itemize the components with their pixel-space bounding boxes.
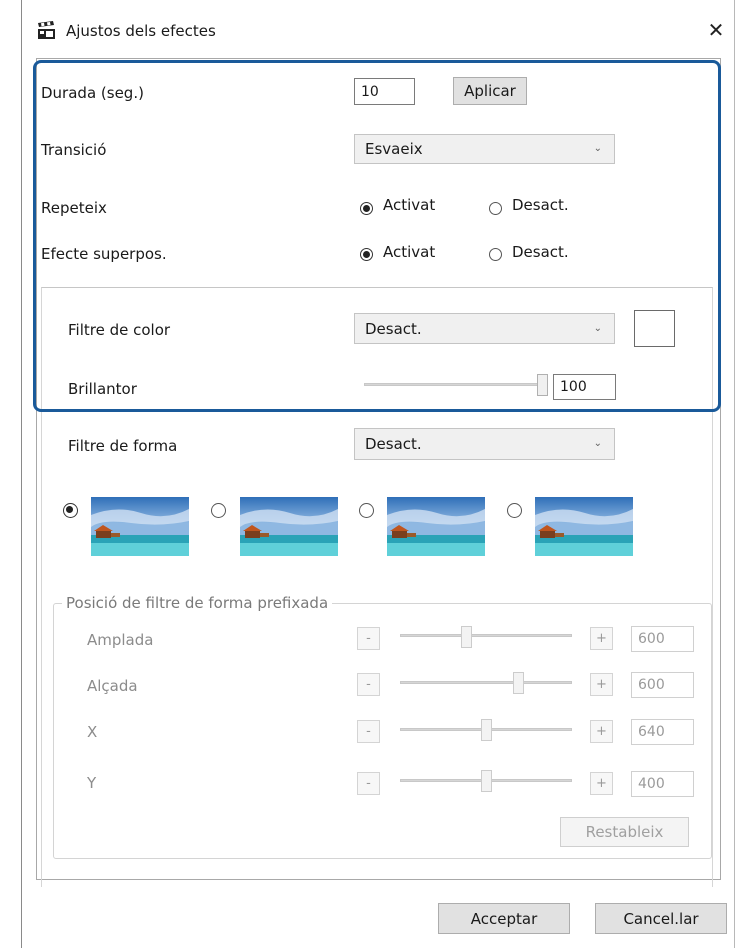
overlay-label: Efecte superpos. — [41, 245, 167, 263]
overlay-on-radio[interactable] — [360, 248, 373, 261]
window-title: Ajustos dels efectes — [66, 22, 216, 40]
height-slider-thumb[interactable] — [513, 672, 524, 694]
color-filter-select[interactable]: Desact. ⌄ — [354, 313, 615, 344]
width-label: Amplada — [87, 631, 154, 649]
chevron-down-icon: ⌄ — [593, 322, 602, 334]
y-decrease-button[interactable]: - — [357, 772, 380, 795]
shape-option-1-radio[interactable] — [63, 503, 78, 518]
beach-thumbnail-1 — [91, 497, 189, 556]
shape-filter-label: Filtre de forma — [68, 437, 178, 455]
shape-filter-value: Desact. — [365, 435, 422, 453]
x-slider-thumb[interactable] — [481, 719, 492, 741]
shape-option-2-radio[interactable] — [211, 503, 226, 518]
height-increase-button[interactable]: + — [590, 673, 613, 696]
height-slider-track[interactable] — [400, 681, 572, 684]
color-swatch-button[interactable] — [634, 310, 675, 347]
close-icon[interactable]: ✕ — [702, 16, 730, 44]
brightness-slider-thumb[interactable] — [537, 374, 548, 396]
y-input[interactable]: 400 — [631, 771, 694, 797]
x-decrease-button[interactable]: - — [357, 720, 380, 743]
width-input[interactable]: 600 — [631, 626, 694, 652]
apply-button[interactable]: Aplicar — [453, 77, 527, 105]
window-left-edge — [21, 0, 22, 948]
overlay-off-label: Desact. — [512, 243, 569, 261]
reset-button[interactable]: Restableix — [560, 817, 689, 847]
height-decrease-button[interactable]: - — [357, 673, 380, 696]
height-label: Alçada — [87, 677, 138, 695]
chevron-down-icon: ⌄ — [593, 437, 602, 449]
color-filter-label: Filtre de color — [68, 321, 171, 339]
brightness-label: Brillantor — [68, 380, 137, 398]
y-label: Y — [87, 774, 97, 792]
color-filter-value: Desact. — [365, 319, 422, 338]
width-increase-button[interactable]: + — [590, 627, 613, 650]
repeat-off-label: Desact. — [512, 196, 569, 214]
transition-value: Esvaeix — [365, 140, 423, 158]
overlay-on-label: Activat — [383, 243, 436, 261]
beach-thumbnail-3 — [387, 497, 485, 556]
beach-thumbnail-4 — [535, 497, 633, 556]
shape-option-4-radio[interactable] — [507, 503, 522, 518]
repeat-off-radio[interactable] — [489, 202, 502, 215]
transition-label: Transició — [41, 141, 107, 159]
duration-input[interactable]: 10 — [354, 78, 415, 105]
brightness-slider-track[interactable] — [364, 383, 548, 386]
transition-select[interactable]: Esvaeix ⌄ — [354, 134, 615, 164]
repeat-on-radio[interactable] — [360, 202, 373, 215]
y-slider-thumb[interactable] — [481, 770, 492, 792]
window-right-edge — [734, 0, 735, 948]
shape-option-3-radio[interactable] — [359, 503, 374, 518]
x-label: X — [87, 723, 98, 741]
preset-group-label: Posició de filtre de forma prefixada — [62, 594, 333, 612]
width-slider-thumb[interactable] — [461, 626, 472, 648]
x-input[interactable]: 640 — [631, 719, 694, 745]
y-increase-button[interactable]: + — [590, 772, 613, 795]
width-slider-track[interactable] — [400, 634, 572, 637]
repeat-on-label: Activat — [383, 196, 436, 214]
x-increase-button[interactable]: + — [590, 720, 613, 743]
repeat-label: Repeteix — [41, 199, 107, 217]
duration-label: Durada (seg.) — [41, 84, 144, 102]
accept-button[interactable]: Acceptar — [438, 903, 570, 934]
brightness-input[interactable]: 100 — [553, 374, 616, 400]
shape-filter-select[interactable]: Desact. ⌄ — [354, 428, 615, 460]
overlay-off-radio[interactable] — [489, 248, 502, 261]
width-decrease-button[interactable]: - — [357, 627, 380, 650]
cancel-button[interactable]: Cancel.lar — [595, 903, 727, 934]
height-input[interactable]: 600 — [631, 672, 694, 698]
chevron-down-icon: ⌄ — [593, 142, 602, 154]
beach-thumbnail-2 — [240, 497, 338, 556]
clapperboard-icon — [36, 20, 58, 42]
